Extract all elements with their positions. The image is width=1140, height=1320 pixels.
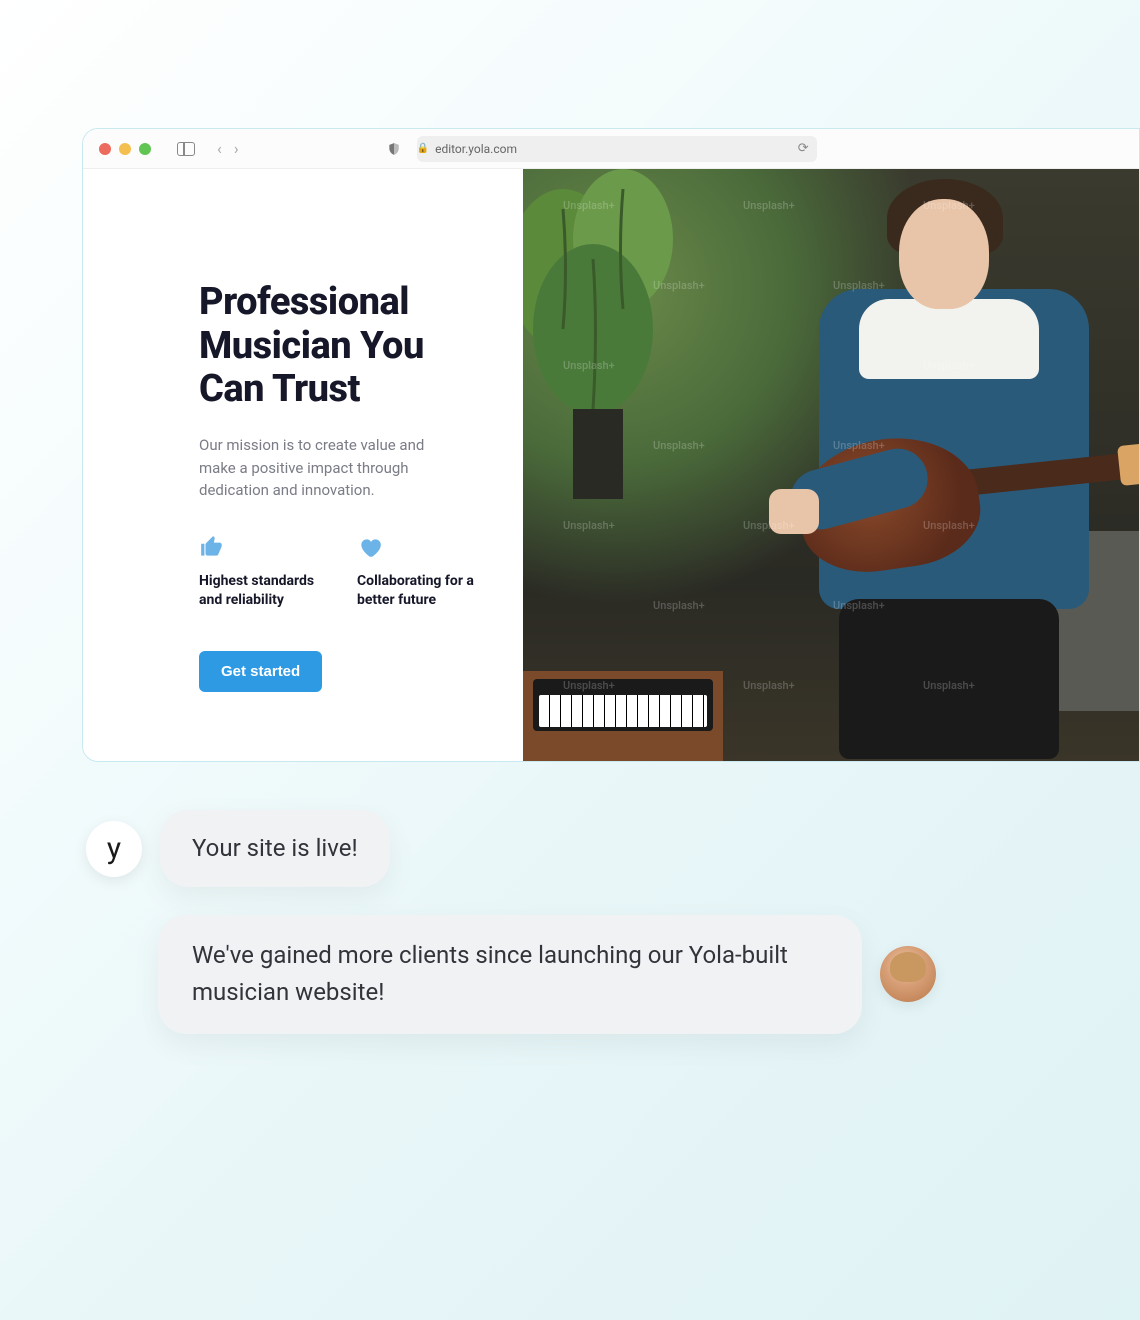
sidebar-toggle-icon[interactable] xyxy=(177,142,195,156)
minimize-window-icon[interactable] xyxy=(119,143,131,155)
browser-toolbar: ‹ › 🔒 editor.yola.com ⟳ xyxy=(83,129,1139,169)
url-bar[interactable]: 🔒 editor.yola.com ⟳ xyxy=(417,136,817,162)
hero-mission: Our mission is to create value and make … xyxy=(199,434,459,502)
traffic-lights xyxy=(99,143,151,155)
chat-message-row: We've gained more clients since launchin… xyxy=(158,915,936,1033)
lock-icon: 🔒 xyxy=(417,143,429,154)
feature-text: Collaborating for a better future xyxy=(357,572,487,611)
url-text: editor.yola.com xyxy=(435,142,517,156)
chat-bubble: We've gained more clients since launchin… xyxy=(158,915,862,1033)
avatar-letter: y xyxy=(107,831,121,866)
browser-window: ‹ › 🔒 editor.yola.com ⟳ Professional Mus… xyxy=(82,128,1140,762)
nav-arrows: ‹ › xyxy=(217,139,239,158)
back-icon[interactable]: ‹ xyxy=(217,139,222,158)
hero-left: Professional Musician You Can Trust Our … xyxy=(83,169,523,761)
hero-headline: Professional Musician You Can Trust xyxy=(199,281,493,412)
thumbs-up-icon xyxy=(199,534,329,558)
chat-message-row: y Your site is live! xyxy=(86,810,936,887)
page-content: Professional Musician You Can Trust Our … xyxy=(83,169,1139,761)
heart-icon xyxy=(357,534,487,558)
chat-area: y Your site is live! We've gained more c… xyxy=(86,810,936,1062)
feature-text: Highest standards and reliability xyxy=(199,572,329,611)
forward-icon[interactable]: › xyxy=(234,139,239,158)
yola-avatar: y xyxy=(86,821,142,877)
user-avatar xyxy=(880,946,936,1002)
feature-list: Highest standards and reliability Collab… xyxy=(199,534,493,611)
close-window-icon[interactable] xyxy=(99,143,111,155)
hero-image: Unsplash+ Unsplash+ Unsplash+ Unsplash+ … xyxy=(523,169,1139,761)
privacy-shield-icon[interactable] xyxy=(387,141,401,157)
feature-item: Collaborating for a better future xyxy=(357,534,487,611)
feature-item: Highest standards and reliability xyxy=(199,534,329,611)
maximize-window-icon[interactable] xyxy=(139,143,151,155)
get-started-button[interactable]: Get started xyxy=(199,651,322,692)
chat-bubble: Your site is live! xyxy=(160,810,390,887)
reload-icon[interactable]: ⟳ xyxy=(798,141,809,156)
